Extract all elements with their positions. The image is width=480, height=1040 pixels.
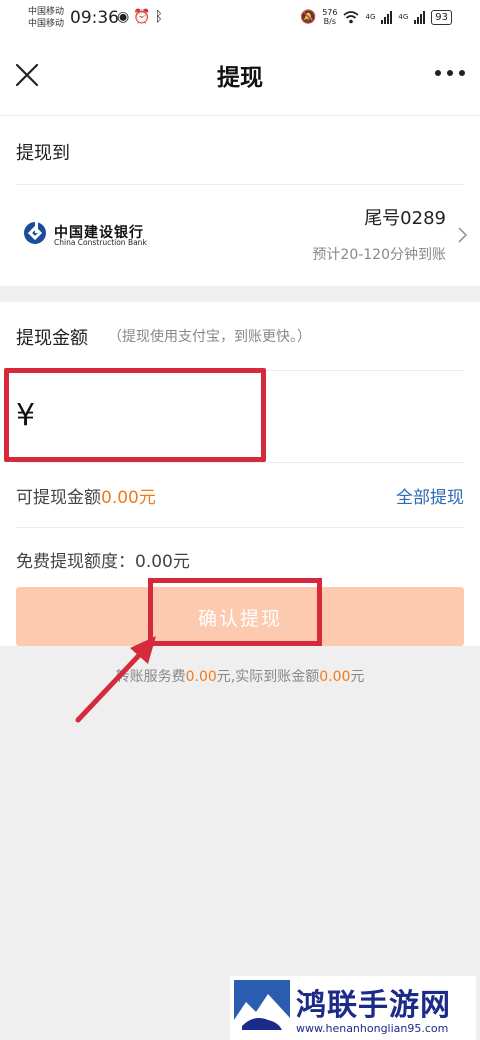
ccb-logo-icon — [24, 220, 46, 244]
alarm-icon: ⏰ — [133, 9, 155, 25]
available-amount: 可提现金额0.00元 — [16, 483, 156, 508]
bank-name-en: China Construction Bank — [54, 238, 147, 247]
signal-icon — [414, 10, 426, 24]
available-value: 0.00元 — [101, 488, 156, 508]
actual-amount-value: 0.00 — [319, 669, 351, 685]
available-label: 可提现金额 — [16, 488, 101, 508]
amount-input[interactable] — [4, 368, 266, 462]
withdraw-to-section: 提现到 中国建设银行 China Construction Bank 尾号028… — [0, 116, 480, 286]
clock: 09:36 — [70, 8, 119, 28]
amount-hint: （提现使用支付宝，到账更快。） — [108, 329, 311, 345]
speed-value: 576 — [322, 8, 338, 17]
battery-icon: 93 — [431, 9, 452, 25]
carrier-info: 中国移动 中国移动 — [28, 6, 64, 30]
fee-middle: 元,实际到账金额 — [216, 669, 320, 685]
carrier-2: 中国移动 — [28, 19, 65, 29]
bluetooth-icon: ᛒ — [154, 9, 168, 25]
status-icons-right: 🔕 576 B/s 4G 4G 93 — [300, 8, 452, 26]
carrier-1: 中国移动 — [28, 7, 65, 17]
withdraw-to-label: 提现到 — [16, 143, 70, 164]
divider — [16, 462, 464, 463]
eye-icon: ◉ — [117, 9, 134, 25]
annotation-arrow-icon — [75, 636, 156, 723]
free-quota: 免费提现额度：0.00元 — [16, 552, 190, 572]
divider — [16, 184, 464, 185]
page-title: 提现 — [217, 65, 263, 91]
network-2: 4G — [398, 13, 409, 21]
amount-section: 提现金额 （提现使用支付宝，到账更快。） ¥ 可提现金额0.00元 全部提现 免… — [0, 302, 480, 646]
chevron-right-icon — [458, 227, 468, 243]
wifi-icon — [343, 10, 360, 23]
divider — [16, 527, 464, 528]
net-speed: 576 B/s — [322, 8, 337, 26]
more-icon[interactable] — [432, 58, 468, 88]
watermark-title: 鸿联手游网 — [296, 988, 451, 1023]
nav-bar: 提现 — [0, 36, 480, 116]
watermark-url: www.henanhonglian95.com — [296, 1022, 449, 1035]
fee-suffix: 元 — [350, 669, 365, 685]
arrival-estimate: 预计20-120分钟到账 — [312, 247, 446, 263]
withdraw-all-link[interactable]: 全部提现 — [396, 483, 464, 508]
mute-icon: 🔕 — [300, 9, 317, 25]
amount-label: 提现金额 — [16, 328, 88, 349]
status-bar: 中国移动 中国移动 09:36 ◉⏰ᛒ 🔕 576 B/s 4G 4G 93 — [0, 0, 480, 36]
signal-icon — [381, 10, 393, 24]
card-tail-number: 尾号0289 — [364, 208, 446, 229]
fee-value: 0.00 — [185, 669, 217, 685]
site-watermark: 鸿联手游网 www.henanhonglian95.com — [230, 976, 476, 1040]
network-1: 4G — [365, 13, 376, 21]
speed-unit: B/s — [323, 17, 337, 26]
bull-logo-icon — [234, 980, 290, 1036]
status-icons-left: ◉⏰ᛒ — [117, 9, 167, 25]
